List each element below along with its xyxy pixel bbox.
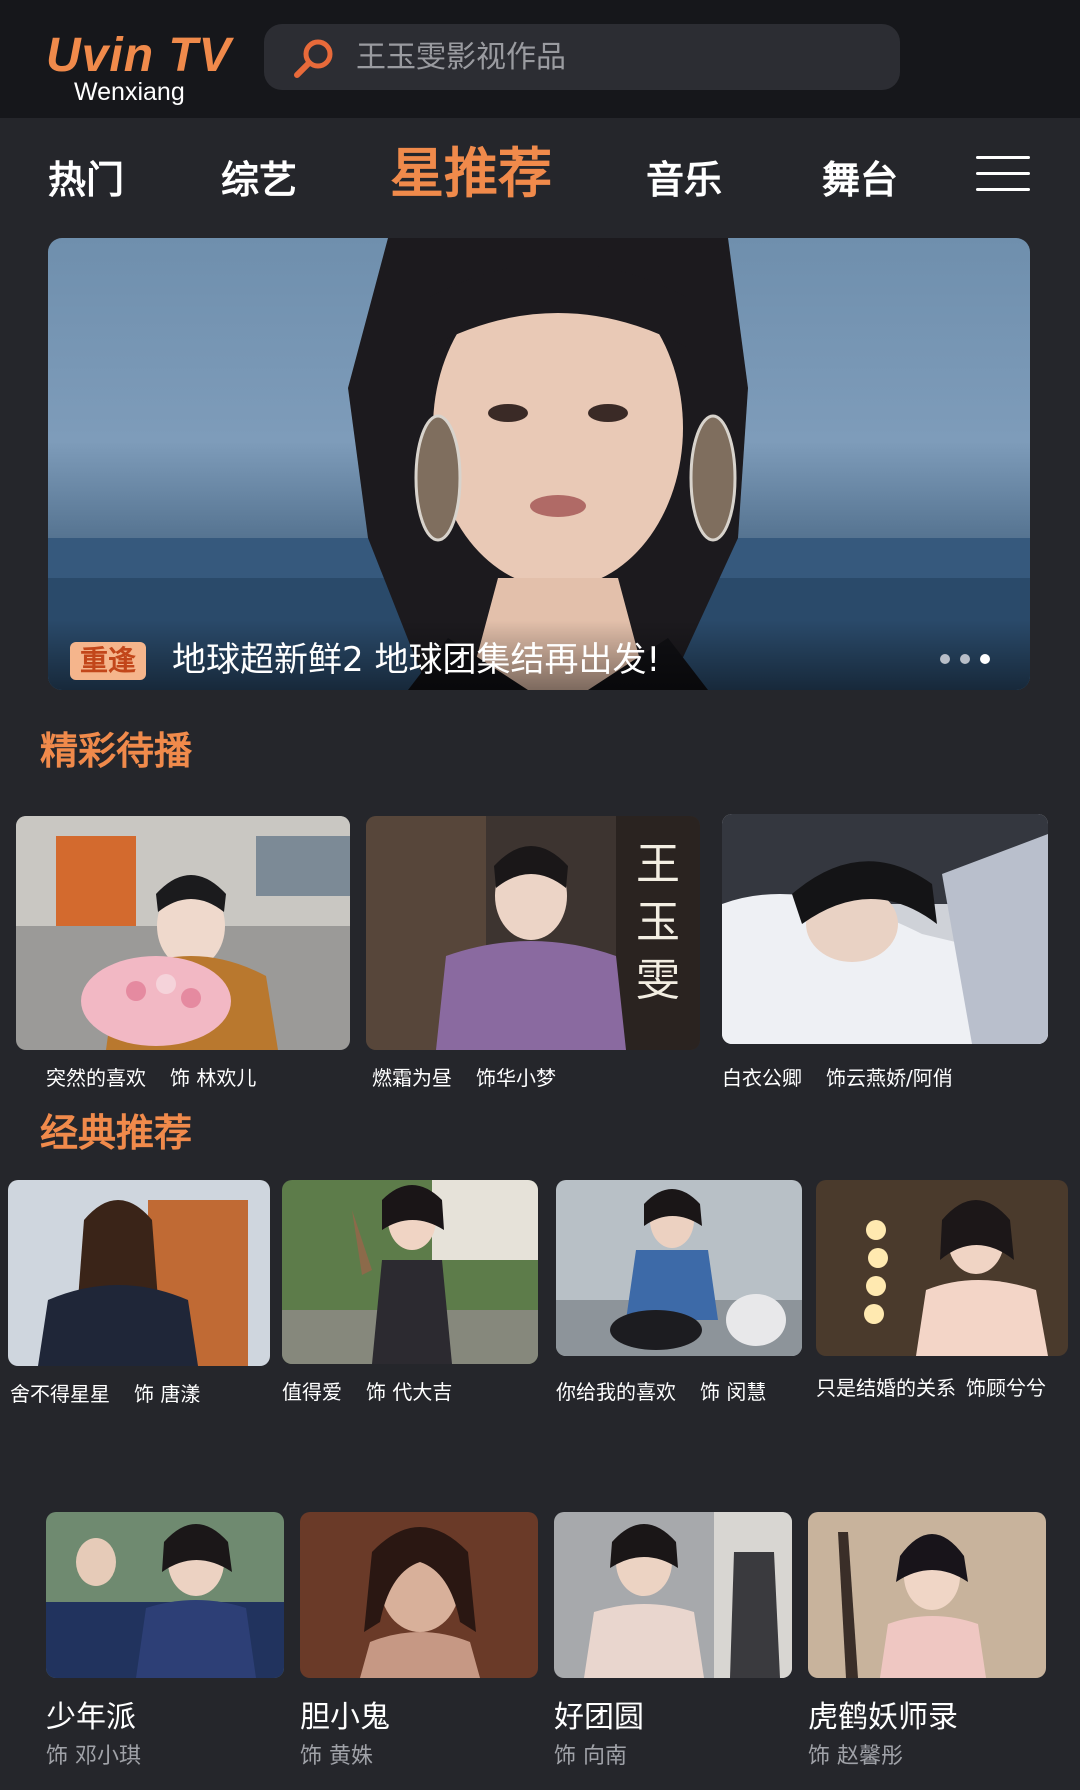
hero-banner[interactable]: 重逢 地球超新鲜2 地球团集结再出发! [48,238,1030,690]
search-input[interactable] [356,24,876,90]
banner-tag-badge: 重逢 [70,642,147,680]
upcoming-thumbnail [722,814,1048,1044]
show-title: 虎鹤妖师录 [808,1700,958,1735]
role-name: 饰 代大吉 [366,1380,453,1404]
classic-caption: 只是结婚的关系 饰顾兮兮 [816,1372,1046,1401]
role-name: 饰顾兮兮 [966,1376,1046,1400]
role-name: 饰华小梦 [476,1066,556,1090]
hamburger-menu-icon[interactable] [976,156,1030,192]
section-title-classic: 经典推荐 [40,1111,193,1155]
more-card[interactable]: 好团圆 饰 向南 [554,1512,792,1772]
role-name: 饰 黄姝 [300,1744,373,1769]
classic-card[interactable]: 舍不得星星饰 唐漾 [8,1180,270,1407]
search-icon[interactable] [292,36,336,80]
role-name: 饰 唐漾 [134,1382,201,1406]
upcoming-card[interactable]: 白衣公卿 饰云燕娇/阿俏 [722,814,1048,1090]
carousel-indicator[interactable] [940,654,1000,666]
show-title: 白衣公卿 [722,1066,802,1090]
classic-thumbnail [282,1180,538,1364]
role-name: 饰 向南 [554,1744,627,1769]
app-screen: Uvin TV Wenxiang 热门 综艺 星推荐 音乐 舞台 [0,0,1080,1790]
more-card[interactable]: 少年派 饰 邓小琪 [46,1512,284,1772]
more-thumbnail [808,1512,1046,1678]
show-title: 你给我的喜欢 [556,1380,676,1404]
upcoming-card[interactable]: 突然的喜欢饰 林欢儿 [16,816,350,1090]
more-card[interactable]: 胆小鬼 饰 黄姝 [300,1512,538,1772]
show-title: 舍不得星星 [10,1382,110,1406]
upcoming-thumbnail [16,816,350,1050]
show-title: 好团圆 [554,1700,644,1735]
section-title-upcoming: 精彩待播 [40,729,193,773]
thumbnail-calligraphy-text: 王玉雯 [636,839,680,1006]
tab-star-recommend[interactable]: 星推荐 [390,144,552,204]
classic-thumbnail [556,1180,802,1356]
show-title: 值得爱 [282,1380,342,1404]
top-bar: Uvin TV Wenxiang [0,0,1080,118]
classic-caption: 你给我的喜欢饰 闵慧 [556,1376,766,1405]
more-thumbnail [300,1512,538,1678]
more-thumbnail [46,1512,284,1678]
role-name: 饰 赵馨彤 [808,1744,903,1769]
more-card[interactable]: 虎鹤妖师录 饰 赵馨彤 [808,1512,1046,1772]
upcoming-card[interactable]: 王玉雯 燃霜为昼 饰华小梦 [366,816,700,1090]
show-title: 突然的喜欢 [46,1066,146,1090]
tab-variety[interactable]: 综艺 [221,150,297,210]
carousel-dot-active[interactable] [980,654,990,664]
upcoming-caption: 燃霜为昼 饰华小梦 [372,1062,556,1091]
show-title: 胆小鬼 [300,1700,390,1735]
app-logo[interactable]: Uvin TV Wenxiang [46,28,246,108]
tab-stage[interactable]: 舞台 [822,150,898,210]
classic-caption: 舍不得星星饰 唐漾 [10,1378,200,1407]
carousel-dot[interactable] [940,654,950,664]
classic-thumbnail [8,1180,270,1366]
classic-card[interactable]: 你给我的喜欢饰 闵慧 [556,1180,802,1404]
role-name: 饰 闵慧 [700,1380,767,1404]
logo-title: Uvin TV [46,29,232,82]
role-name: 饰 林欢儿 [170,1066,257,1090]
logo-subtitle: Wenxiang [74,78,185,106]
upcoming-caption: 白衣公卿 饰云燕娇/阿俏 [722,1062,953,1091]
show-title: 只是结婚的关系 [816,1376,956,1400]
carousel-dot[interactable] [960,654,970,664]
upcoming-caption: 突然的喜欢饰 林欢儿 [46,1062,256,1091]
role-name: 饰 邓小琪 [46,1744,141,1769]
classic-caption: 值得爱饰 代大吉 [282,1376,452,1405]
tab-music[interactable]: 音乐 [646,150,722,210]
search-bar[interactable] [264,24,900,90]
show-title: 少年派 [46,1700,136,1735]
more-thumbnail [554,1512,792,1678]
classic-card[interactable]: 只是结婚的关系 饰顾兮兮 [816,1180,1068,1402]
classic-card[interactable]: 值得爱饰 代大吉 [282,1180,538,1404]
show-title: 燃霜为昼 [372,1066,452,1090]
banner-title: 地球超新鲜2 地球团集结再出发! [172,640,661,680]
tab-hot[interactable]: 热门 [48,150,124,210]
role-name: 饰云燕娇/阿俏 [826,1066,953,1090]
classic-thumbnail [816,1180,1068,1356]
